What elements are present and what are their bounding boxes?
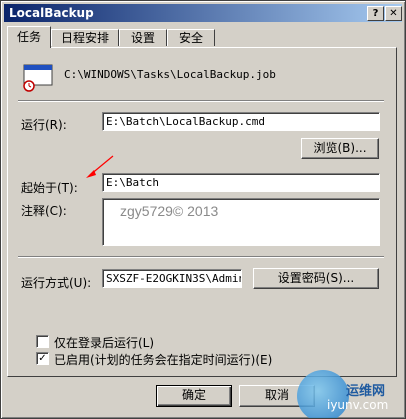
ok-button[interactable]: 确定 (156, 385, 232, 407)
start-in-input[interactable]: E:\Batch (102, 173, 380, 192)
copyright-watermark: zgy5729© 2013 (120, 203, 219, 219)
task-file-icon (23, 64, 53, 92)
logo-site-text: iyunv.com (327, 398, 389, 412)
enabled-checkbox[interactable]: ✓ (36, 352, 49, 365)
help-button[interactable]: ? (367, 6, 384, 21)
logged-on-label: 仅在登录后运行(L) (54, 336, 155, 350)
separator (18, 256, 384, 258)
title-bar[interactable]: LocalBackup ? ✕ (4, 4, 402, 22)
browse-button[interactable]: 浏览(B)... (301, 138, 379, 159)
tab-task[interactable]: 任务 (7, 26, 51, 48)
tab-schedule[interactable]: 日程安排 (51, 29, 119, 46)
set-password-button[interactable]: 设置密码(S)... (253, 268, 379, 289)
run-as-input[interactable]: SXSZF-E2OGKIN3S\Admini: (102, 269, 242, 288)
scheduled-task-dialog: LocalBackup ? ✕ 任务 日程安排 设置 安全 C:\WINDOWS… (0, 0, 406, 419)
run-command-input[interactable]: E:\Batch\LocalBackup.cmd (102, 112, 380, 131)
separator (18, 100, 384, 102)
start-in-label: 起始于(T): (21, 181, 78, 195)
red-arrow-icon (86, 155, 114, 178)
enabled-label: 已启用(计划的任务会在指定时间运行)(E) (54, 353, 273, 367)
logo-cn-text: 运维网 (346, 384, 386, 399)
run-label: 运行(R): (21, 118, 67, 132)
comment-label: 注释(C): (21, 204, 67, 218)
job-file-path: C:\WINDOWS\Tasks\LocalBackup.job (64, 68, 276, 81)
task-panel: C:\WINDOWS\Tasks\LocalBackup.job 运行(R): … (7, 47, 397, 377)
close-button[interactable]: ✕ (385, 6, 402, 21)
tab-security[interactable]: 安全 (167, 29, 215, 46)
window-title: LocalBackup (9, 6, 94, 20)
logged-on-checkbox[interactable] (36, 335, 49, 348)
run-as-label: 运行方式(U): (21, 276, 92, 290)
tab-settings[interactable]: 设置 (119, 29, 167, 46)
